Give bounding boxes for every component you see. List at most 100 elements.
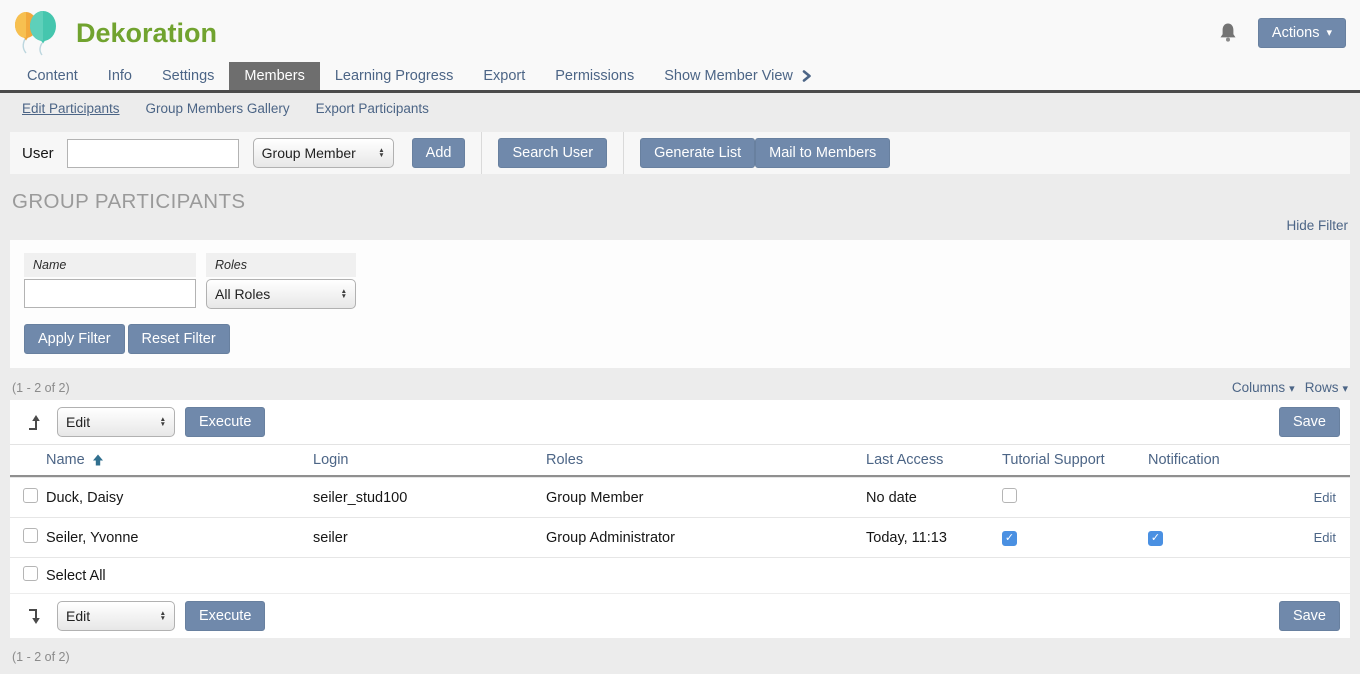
tab-learning-progress[interactable]: Learning Progress (320, 62, 469, 90)
bulk-action-value: Edit (66, 414, 90, 430)
chevron-right-icon (801, 70, 812, 82)
tab-info[interactable]: Info (93, 62, 147, 90)
filter-field-name: Name (24, 253, 196, 309)
filter-roles-label: Roles (206, 253, 356, 277)
brand: Dekoration (12, 8, 217, 58)
filter-name-label: Name (24, 253, 196, 277)
tab-members[interactable]: Members (229, 62, 319, 90)
tutorial-support-checkbox[interactable]: ✓ (1002, 531, 1017, 546)
cell-last-access: No date (866, 490, 1002, 506)
subtab-export-participants[interactable]: Export Participants (316, 101, 429, 116)
add-button[interactable]: Add (412, 138, 466, 168)
tutorial-support-checkbox[interactable] (1002, 488, 1017, 503)
result-count-top: (1 - 2 of 2) (12, 381, 70, 395)
apply-to-selection-down-icon (26, 608, 43, 625)
select-all-checkbox[interactable] (23, 566, 38, 581)
result-count-bottom: (1 - 2 of 2) (0, 638, 1360, 674)
cell-name: Seiler, Yvonne (46, 530, 313, 546)
column-header-tutorial-support[interactable]: Tutorial Support (1002, 452, 1148, 468)
add-user-toolbar: User Group Member ▲▼ Add Search User Gen… (10, 132, 1350, 174)
cell-last-access: Today, 11:13 (866, 530, 1002, 546)
select-spinner-icon: ▲▼ (378, 148, 384, 159)
tab-permissions[interactable]: Permissions (540, 62, 649, 90)
row-checkbox[interactable] (23, 528, 38, 543)
execute-button-top[interactable]: Execute (185, 407, 265, 437)
tab-label: Settings (162, 68, 214, 84)
hide-filter-row: Hide Filter (0, 214, 1360, 240)
tab-content[interactable]: Content (12, 62, 93, 90)
cell-roles: Group Member (546, 490, 866, 506)
caret-down-icon: ▾ (1326, 28, 1332, 39)
filter-panel: Name Roles All Roles ▲▼ Apply Filter Res… (10, 240, 1350, 368)
actions-button-label: Actions (1272, 25, 1320, 41)
column-header-notification[interactable]: Notification (1148, 452, 1268, 468)
section-head: GROUP PARTICIPANTS (0, 174, 1360, 214)
notification-bell-icon[interactable] (1218, 22, 1238, 44)
tab-settings[interactable]: Settings (147, 62, 229, 90)
tab-export[interactable]: Export (468, 62, 540, 90)
tab-label: Content (27, 68, 78, 84)
column-header-login[interactable]: Login (313, 452, 546, 468)
bulk-bar-bottom: Edit ▲▼ Execute Save (10, 593, 1350, 638)
apply-filter-button[interactable]: Apply Filter (24, 324, 125, 354)
caret-down-icon: ▾ (1289, 383, 1295, 395)
filter-field-roles: Roles All Roles ▲▼ (206, 253, 356, 309)
cell-login: seiler_stud100 (313, 490, 546, 506)
save-button-top[interactable]: Save (1279, 407, 1340, 437)
column-header-last-access[interactable]: Last Access (866, 452, 1002, 468)
actions-button[interactable]: Actions ▾ (1258, 18, 1346, 48)
save-button-bottom[interactable]: Save (1279, 601, 1340, 631)
notification-checkbox[interactable]: ✓ (1148, 531, 1163, 546)
participants-table: Edit ▲▼ Execute Save Name Login Roles La… (10, 400, 1350, 638)
header: Dekoration Actions ▾ (0, 0, 1360, 62)
select-spinner-icon: ▲▼ (341, 289, 347, 300)
rows-menu[interactable]: Rows▾ (1305, 380, 1348, 395)
apply-to-selection-up-icon (26, 414, 43, 431)
tab-label: Learning Progress (335, 68, 454, 84)
row-edit-link[interactable]: Edit (1314, 490, 1336, 505)
table-meta: (1 - 2 of 2) Columns▾ Rows▾ (0, 368, 1360, 400)
columns-menu[interactable]: Columns▾ (1232, 380, 1295, 395)
subtab-group-members-gallery[interactable]: Group Members Gallery (146, 101, 290, 116)
bulk-action-value: Edit (66, 608, 90, 624)
tab-show-member-view[interactable]: Show Member View (649, 62, 827, 90)
main-tabs: Content Info Settings Members Learning P… (0, 62, 1360, 93)
table-header-row: Name Login Roles Last Access Tutorial Su… (10, 444, 1350, 477)
row-edit-link[interactable]: Edit (1314, 530, 1336, 545)
tab-label: Info (108, 68, 132, 84)
select-all-row: Select All (10, 557, 1350, 593)
execute-button-bottom[interactable]: Execute (185, 601, 265, 631)
caret-down-icon: ▾ (1342, 383, 1348, 395)
tab-label: Export (483, 68, 525, 84)
table-row: Duck, Daisy seiler_stud100 Group Member … (10, 477, 1350, 517)
toolbar-separator (623, 132, 624, 174)
cell-login: seiler (313, 530, 546, 546)
role-select-value: Group Member (262, 145, 356, 161)
reset-filter-button[interactable]: Reset Filter (128, 324, 230, 354)
hide-filter-link[interactable]: Hide Filter (1286, 218, 1348, 233)
member-subtabs: Edit Participants Group Members Gallery … (0, 93, 1360, 123)
subtab-edit-participants[interactable]: Edit Participants (22, 101, 120, 116)
section-title: GROUP PARTICIPANTS (12, 190, 1348, 214)
role-select[interactable]: Group Member ▲▼ (253, 138, 394, 168)
select-spinner-icon: ▲▼ (160, 611, 166, 622)
header-actions: Actions ▾ (1218, 18, 1346, 48)
bulk-action-select-bottom[interactable]: Edit ▲▼ (57, 601, 175, 631)
select-spinner-icon: ▲▼ (160, 417, 166, 428)
tab-label: Permissions (555, 68, 634, 84)
generate-list-button[interactable]: Generate List (640, 138, 755, 168)
search-user-button[interactable]: Search User (498, 138, 607, 168)
bulk-action-select-top[interactable]: Edit ▲▼ (57, 407, 175, 437)
filter-roles-select[interactable]: All Roles ▲▼ (206, 279, 356, 309)
column-header-roles[interactable]: Roles (546, 452, 866, 468)
column-header-name[interactable]: Name (46, 452, 313, 468)
cell-roles: Group Administrator (546, 530, 866, 546)
page-title: Dekoration (76, 18, 217, 49)
row-checkbox[interactable] (23, 488, 38, 503)
mail-to-members-button[interactable]: Mail to Members (755, 138, 890, 168)
filter-name-input[interactable] (24, 279, 196, 308)
bulk-bar-top: Edit ▲▼ Execute Save (10, 400, 1350, 444)
toolbar-separator (481, 132, 482, 174)
user-input[interactable] (67, 139, 239, 168)
balloons-logo-icon (12, 8, 62, 58)
